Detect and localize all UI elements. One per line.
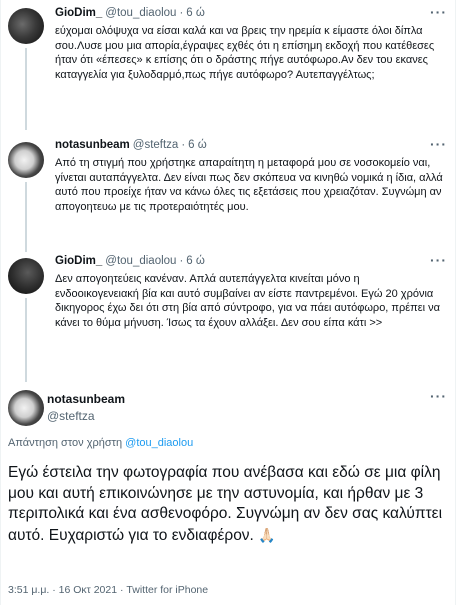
avatar[interactable] [8, 8, 44, 44]
timeline-frame: GioDim_ @tou_diaolou · 6 ώ ··· εύχομαι ο… [0, 0, 456, 605]
more-options-icon[interactable]: ··· [430, 252, 447, 268]
thread-line [25, 298, 27, 382]
reply-handle-link[interactable]: @tou_diaolou [125, 437, 193, 449]
replying-to: Απάντηση στον χρήστη @tou_diaolou [8, 437, 193, 449]
dot-separator: · [179, 255, 184, 267]
reply-prefix: Απάντηση στον χρήστη [8, 437, 123, 449]
author-handle[interactable]: @tou_diaolou [105, 255, 176, 267]
author-name[interactable]: GioDim_ [55, 255, 102, 267]
tweet-header: notasunbeam @steftza · 6 ώ [55, 139, 207, 151]
more-options-icon[interactable]: ··· [430, 136, 447, 152]
avatar[interactable] [8, 142, 44, 178]
dot-separator: · [181, 139, 186, 151]
avatar[interactable] [8, 258, 44, 294]
author-name[interactable]: notasunbeam [55, 139, 130, 151]
tweet-text: Από τη στιγμή που χρήστηκε απαραίτητη η … [55, 157, 443, 213]
tweet-header: GioDim_ @tou_diaolou · 6 ώ [55, 255, 205, 267]
dot-separator: · [179, 7, 184, 19]
main-tweet-text: Εγώ έστειλα την φωτογραφία που ανέβασα κ… [8, 463, 448, 546]
tweet-header: GioDim_ @tou_diaolou · 6 ώ [55, 7, 205, 19]
tweet-source-link[interactable]: Twitter for iPhone [126, 584, 208, 596]
author-handle[interactable]: @steftza [47, 409, 95, 423]
avatar[interactable] [8, 390, 44, 426]
author-handle[interactable]: @tou_diaolou [105, 7, 176, 19]
thread-line [25, 182, 27, 252]
author-name[interactable]: GioDim_ [55, 7, 102, 19]
folded-hands-icon: 🙏🏻 [258, 526, 276, 543]
tweet-text: Δεν απογοητεύεις κανέναν. Απλά αυτεπάγγε… [55, 273, 441, 329]
main-tweet-body: Εγώ έστειλα την φωτογραφία που ανέβασα κ… [8, 464, 443, 544]
tweet-timestamp[interactable]: 3:51 μ.μ. · 16 Οκτ 2021 [8, 584, 117, 596]
tweet-time[interactable]: 6 ώ [188, 139, 207, 151]
author-name[interactable]: notasunbeam [47, 392, 125, 406]
more-options-icon[interactable]: ··· [430, 4, 447, 20]
tweet-text: εύχομαι ολόψυχα να είσαι καλά και να βρε… [55, 25, 435, 81]
footer-separator: · [117, 584, 127, 596]
thread-line [25, 48, 27, 130]
tweet-time[interactable]: 6 ώ [186, 255, 205, 267]
more-options-icon[interactable]: ··· [430, 388, 447, 404]
tweet-footer: 3:51 μ.μ. · 16 Οκτ 2021 · Twitter for iP… [8, 584, 208, 596]
tweet-time[interactable]: 6 ώ [186, 7, 205, 19]
author-handle[interactable]: @steftza [133, 139, 179, 151]
